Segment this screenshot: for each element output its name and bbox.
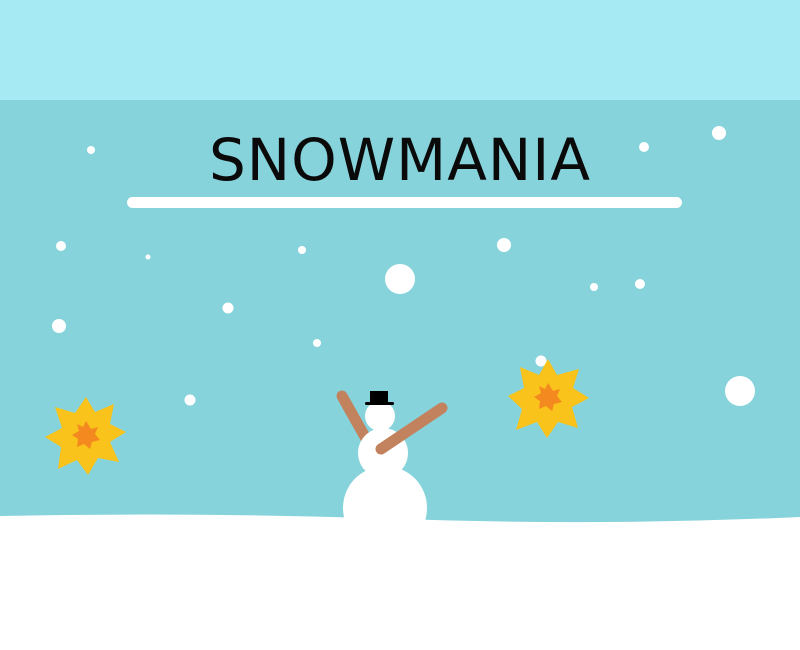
game-title: SNOWMANIA xyxy=(208,126,592,194)
snowflake-icon xyxy=(222,302,234,314)
snowflake-icon xyxy=(184,394,196,406)
snowflake-icon xyxy=(298,246,306,254)
snowflake-icon xyxy=(590,283,598,291)
hat-brim xyxy=(365,402,394,405)
fire-burst-icon[interactable] xyxy=(45,397,126,475)
snowflake-icon xyxy=(635,279,645,289)
game-scene xyxy=(0,126,800,650)
snowflake-icon xyxy=(52,319,66,333)
snowflake-icon xyxy=(497,238,511,252)
snowflake-icon xyxy=(145,254,151,260)
snowflake-icon xyxy=(725,376,755,406)
title-underline xyxy=(127,197,682,208)
fire-burst-icon[interactable] xyxy=(508,359,589,438)
snowman-head xyxy=(365,401,395,431)
snowflake-icon xyxy=(56,241,66,251)
snowflake-icon xyxy=(385,264,415,294)
game-stage[interactable]: SNOWMANIA xyxy=(0,0,800,650)
snowman-body xyxy=(343,466,427,550)
snowflake-icon xyxy=(313,339,321,347)
